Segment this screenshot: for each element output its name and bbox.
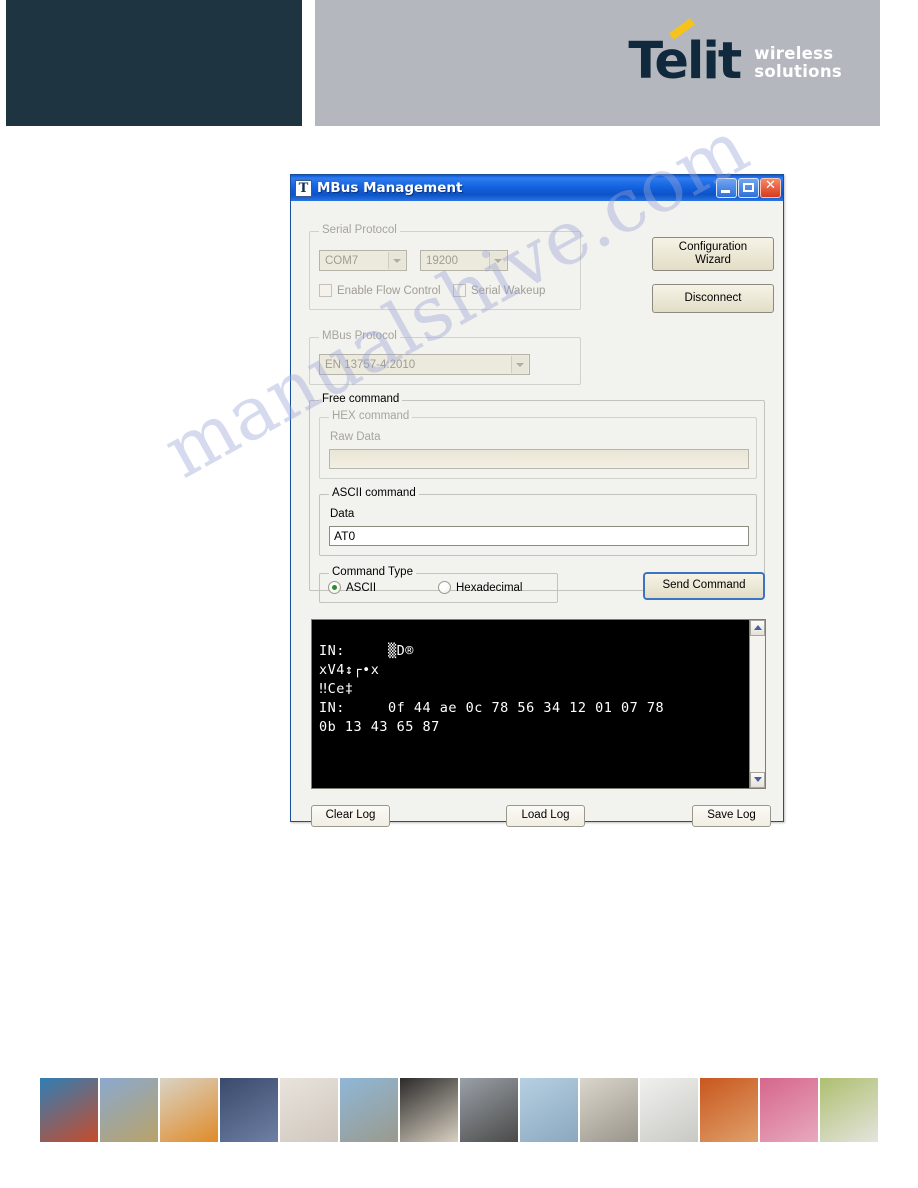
- log-output-text: IN: ▒D® xV4↕┌•x ‼Ce‡ IN: 0f 44 ae 0c 78 …: [319, 643, 665, 735]
- hex-command-group: HEX command Raw Data: [319, 410, 757, 479]
- footer-photo-laptop-keyboard: [280, 1078, 338, 1142]
- com-port-value: COM7: [325, 254, 359, 267]
- scroll-down-icon[interactable]: [750, 772, 765, 788]
- radio-hexadecimal-label: Hexadecimal: [456, 581, 523, 594]
- serial-wakeup-checkbox[interactable]: Serial Wakeup: [453, 284, 545, 297]
- footer-photo-hands-at-counter: [700, 1078, 758, 1142]
- hex-command-legend: HEX command: [329, 410, 413, 422]
- ascii-command-legend: ASCII command: [329, 487, 419, 499]
- footer-photo-pink-storage-crates: [760, 1078, 818, 1142]
- footer-photo-roadside-phone-sign: [100, 1078, 158, 1142]
- baudrate-select[interactable]: 19200: [420, 250, 508, 271]
- header-navy-block: [6, 0, 302, 126]
- footer-photo-gas-meter-gauges: [580, 1078, 638, 1142]
- serial-protocol-group: Serial Protocol COM7 19200 Enable Flow C…: [309, 224, 581, 310]
- raw-data-input[interactable]: [329, 449, 749, 469]
- dialog-body: Serial Protocol COM7 19200 Enable Flow C…: [291, 201, 783, 827]
- chevron-down-icon: [511, 356, 528, 373]
- ascii-data-input[interactable]: AT0: [329, 526, 749, 546]
- footer-photo-shipping-containers: [160, 1078, 218, 1142]
- telit-t-icon: T: [295, 179, 312, 197]
- save-log-label: Save Log: [707, 809, 756, 822]
- header-gray-block: Telit wireless solutions: [315, 0, 880, 126]
- radio-dot-icon: [328, 581, 341, 594]
- serial-wakeup-label: Serial Wakeup: [471, 284, 546, 297]
- configuration-wizard-button[interactable]: Configuration Wizard: [652, 237, 774, 271]
- window-title: MBus Management: [317, 180, 463, 196]
- configuration-wizard-label-line1: Configuration: [678, 240, 748, 253]
- free-command-group: Free command HEX command Raw Data ASCII …: [309, 393, 765, 603]
- ascii-command-group: ASCII command Data AT0: [319, 487, 757, 556]
- mbus-protocol-group: MBus Protocol EN 13757-4:2010: [309, 330, 581, 385]
- load-log-label: Load Log: [521, 809, 570, 822]
- footer-photo-digital-clock-display: [220, 1078, 278, 1142]
- telit-tagline-line1: wireless: [754, 43, 834, 63]
- telit-logo-text: Telit: [628, 32, 742, 91]
- footer-photo-vending-machine: [460, 1078, 518, 1142]
- command-type-group: Command Type ASCII Hexadecimal: [319, 566, 558, 603]
- send-command-label: Send Command: [662, 579, 746, 592]
- chevron-down-icon: [489, 252, 506, 269]
- radio-ascii-label: ASCII: [346, 581, 377, 594]
- configuration-wizard-label-line2: Wizard: [695, 254, 731, 266]
- scroll-up-icon[interactable]: [750, 620, 765, 636]
- minimize-button[interactable]: [716, 178, 737, 198]
- telit-tagline-line2: solutions: [754, 62, 842, 82]
- footer-photo-security-camera: [820, 1078, 878, 1142]
- footer-photo-wind-turbines: [520, 1078, 578, 1142]
- footer-photo-window-frame: [640, 1078, 698, 1142]
- ascii-data-value: AT0: [334, 529, 356, 543]
- clear-log-label: Clear Log: [325, 809, 376, 822]
- checkbox-box: [453, 284, 466, 297]
- radio-dot-icon: [438, 581, 451, 594]
- log-scrollbar[interactable]: [749, 620, 765, 788]
- clear-log-button[interactable]: Clear Log: [311, 805, 390, 827]
- footer-photo-wheelchair-cyclist: [340, 1078, 398, 1142]
- chevron-down-icon: [388, 252, 405, 269]
- footer-photo-airbag-crash-test: [40, 1078, 98, 1142]
- load-log-button[interactable]: Load Log: [506, 805, 585, 827]
- com-port-select[interactable]: COM7: [319, 250, 407, 271]
- telit-wordmark: Telit: [628, 18, 742, 87]
- baudrate-value: 19200: [426, 254, 458, 267]
- disconnect-label: Disconnect: [684, 291, 742, 304]
- mbus-standard-select[interactable]: EN 13757-4:2010: [319, 354, 530, 375]
- page-header: Telit wireless solutions: [0, 0, 918, 128]
- free-command-legend: Free command: [319, 393, 403, 405]
- window-titlebar[interactable]: T MBus Management: [291, 175, 783, 201]
- maximize-button[interactable]: [738, 178, 759, 198]
- footer-photo-hand-with-card: [400, 1078, 458, 1142]
- enable-flow-control-label: Enable Flow Control: [337, 284, 441, 297]
- data-label: Data: [330, 508, 355, 520]
- mbus-protocol-legend: MBus Protocol: [319, 330, 400, 342]
- command-type-legend: Command Type: [329, 566, 416, 578]
- telit-logo: Telit wireless solutions: [628, 18, 842, 87]
- radio-hexadecimal[interactable]: Hexadecimal: [438, 581, 522, 594]
- enable-flow-control-checkbox[interactable]: Enable Flow Control: [319, 284, 441, 297]
- send-command-button[interactable]: Send Command: [643, 572, 765, 600]
- raw-data-label: Raw Data: [330, 431, 381, 443]
- radio-ascii[interactable]: ASCII: [328, 581, 376, 594]
- close-button[interactable]: [760, 178, 781, 198]
- disconnect-button[interactable]: Disconnect: [652, 284, 774, 313]
- telit-tagline: wireless solutions: [754, 43, 842, 83]
- log-terminal[interactable]: IN: ▒D® xV4↕┌•x ‼Ce‡ IN: 0f 44 ae 0c 78 …: [311, 619, 766, 789]
- mbus-standard-value: EN 13757-4:2010: [325, 358, 416, 371]
- mbus-management-window: T MBus Management Serial Protocol COM7 1…: [290, 174, 784, 827]
- save-log-button[interactable]: Save Log: [692, 805, 771, 827]
- checkbox-box: [319, 284, 332, 297]
- footer-image-strip: [40, 1078, 878, 1142]
- serial-protocol-legend: Serial Protocol: [319, 224, 400, 236]
